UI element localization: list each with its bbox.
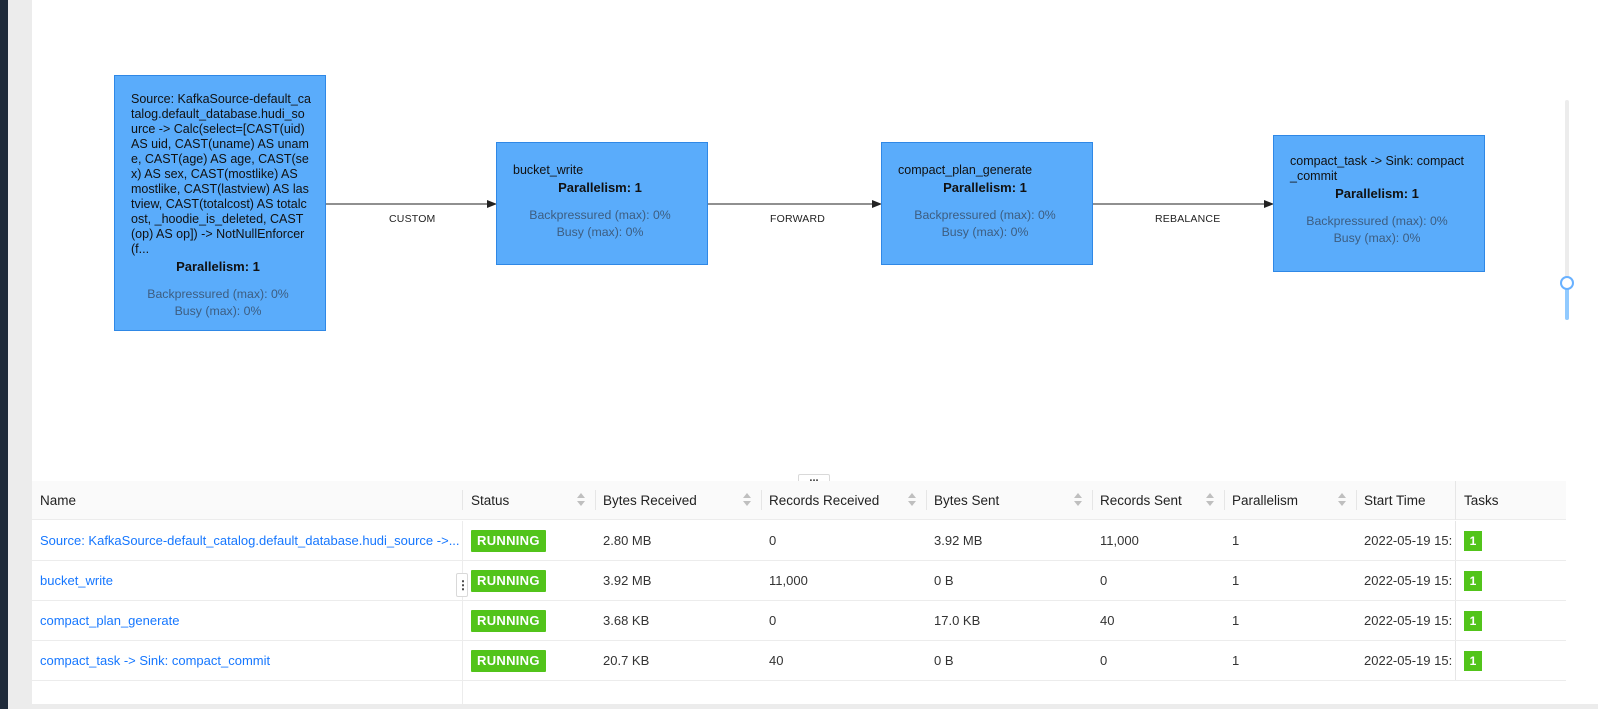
table-row[interactable]: Source: KafkaSource-default_catalog.defa… [32,521,1566,561]
status-badge: RUNNING [471,530,546,552]
node-busy: Busy (max): 0% [941,225,1029,239]
sort-icon[interactable] [908,493,916,507]
node-backpressured: Backpressured (max): 0% [1306,214,1448,228]
node-name: compact_task -> Sink: compact_commit [1290,154,1465,183]
node-name: Source: KafkaSource-default_catalog.defa… [131,92,311,256]
zoom-slider-handle[interactable] [1560,276,1574,290]
edge-label-forward: FORWARD [770,213,826,225]
node-name: bucket_write [513,163,584,177]
node-busy: Busy (max): 0% [1333,231,1421,245]
sort-icon[interactable] [577,493,585,507]
left-sidebar-edge [0,0,8,709]
status-badge: RUNNING [471,650,546,672]
records-received: 0 [769,533,777,548]
records-received: 0 [769,613,777,628]
column-header-status[interactable]: Status [463,481,595,520]
bytes-sent: 3.92 MB [934,533,983,548]
records-sent: 0 [1100,573,1108,588]
column-header-records-received[interactable]: Records Received [761,481,926,520]
node-parallelism: Parallelism: 1 [558,180,642,195]
start-time: 2022-05-19 15: [1364,533,1453,548]
vertex-name-link[interactable]: compact_task -> Sink: compact_commit [32,641,462,680]
bytes-received: 20.7 KB [603,653,650,668]
node-backpressured: Backpressured (max): 0% [147,287,289,301]
task-count-badge[interactable]: 1 [1464,571,1482,591]
edge-label-rebalance: REBALANCE [1155,213,1221,225]
node-busy: Busy (max): 0% [556,225,644,239]
column-resize-handle[interactable]: ⋮ [456,573,469,597]
task-count-badge[interactable]: 1 [1464,531,1482,551]
table-row[interactable]: compact_task -> Sink: compact_commit RUN… [32,641,1566,681]
status-badge: RUNNING [471,610,546,632]
name-column-divider [462,521,463,704]
vertices-table: Name Status Bytes Received Records Recei… [32,481,1566,704]
records-received: 11,000 [769,573,808,588]
parallelism: 1 [1232,573,1240,588]
task-count-badge[interactable]: 1 [1464,651,1482,671]
column-header-bytes-sent[interactable]: Bytes Sent [926,481,1092,520]
column-header-parallelism[interactable]: Parallelism [1224,481,1356,520]
bytes-received: 3.68 KB [603,613,650,628]
table-row[interactable]: compact_plan_generate RUNNING 3.68 KB 0 … [32,601,1566,641]
start-time: 2022-05-19 15: [1364,613,1453,628]
start-time: 2022-05-19 15: [1364,653,1453,668]
records-received: 40 [769,653,784,668]
records-sent: 0 [1100,653,1108,668]
task-count-badge[interactable]: 1 [1464,611,1482,631]
parallelism: 1 [1232,613,1240,628]
bytes-received: 3.92 MB [603,573,652,588]
column-header-tasks: Tasks [1455,481,1566,520]
records-sent: 11,000 [1100,533,1139,548]
node-parallelism: Parallelism: 1 [176,259,260,274]
table-row[interactable]: bucket_write RUNNING 3.92 MB 11,000 0 B … [32,561,1566,601]
graph-node-bucket-write[interactable]: bucket_write Parallelism: 1 Backpressure… [496,142,708,265]
bytes-sent: 0 B [934,653,954,668]
column-header-bytes-received[interactable]: Bytes Received [595,481,761,520]
bytes-sent: 17.0 KB [934,613,981,628]
node-parallelism: Parallelism: 1 [1335,186,1419,201]
vertex-name-link[interactable]: bucket_write [32,561,462,600]
parallelism: 1 [1232,533,1240,548]
parallelism: 1 [1232,653,1240,668]
sort-icon[interactable] [743,493,751,507]
node-busy: Busy (max): 0% [174,304,262,318]
node-parallelism: Parallelism: 1 [943,180,1027,195]
bytes-sent: 0 B [934,573,954,588]
sort-icon[interactable] [1074,493,1082,507]
graph-node-compact-task[interactable]: compact_task -> Sink: compact_commit Par… [1273,135,1485,272]
node-name: compact_plan_generate [898,163,1033,177]
graph-node-source[interactable]: Source: KafkaSource-default_catalog.defa… [114,75,326,331]
records-sent: 40 [1100,613,1115,628]
sort-icon[interactable] [1338,493,1346,507]
node-backpressured: Backpressured (max): 0% [914,208,1056,222]
edge-label-custom: CUSTOM [389,213,436,225]
vertex-name-link[interactable]: Source: KafkaSource-default_catalog.defa… [32,521,462,560]
bytes-received: 2.80 MB [603,533,652,548]
node-backpressured: Backpressured (max): 0% [529,208,671,222]
job-graph[interactable]: CUSTOM FORWARD REBALANCE Source: KafkaSo… [32,0,1598,488]
column-header-start-time[interactable]: Start Time [1356,481,1454,520]
sort-icon[interactable] [1206,493,1214,507]
table-header: Name Status Bytes Received Records Recei… [32,481,1566,520]
column-header-name: Name [40,493,77,508]
column-header-records-sent[interactable]: Records Sent [1092,481,1224,520]
vertex-name-link[interactable]: compact_plan_generate [32,601,462,640]
start-time: 2022-05-19 15: [1364,573,1453,588]
graph-node-compact-plan-generate[interactable]: compact_plan_generate Parallelism: 1 Bac… [881,142,1093,265]
status-badge: RUNNING [471,570,546,592]
